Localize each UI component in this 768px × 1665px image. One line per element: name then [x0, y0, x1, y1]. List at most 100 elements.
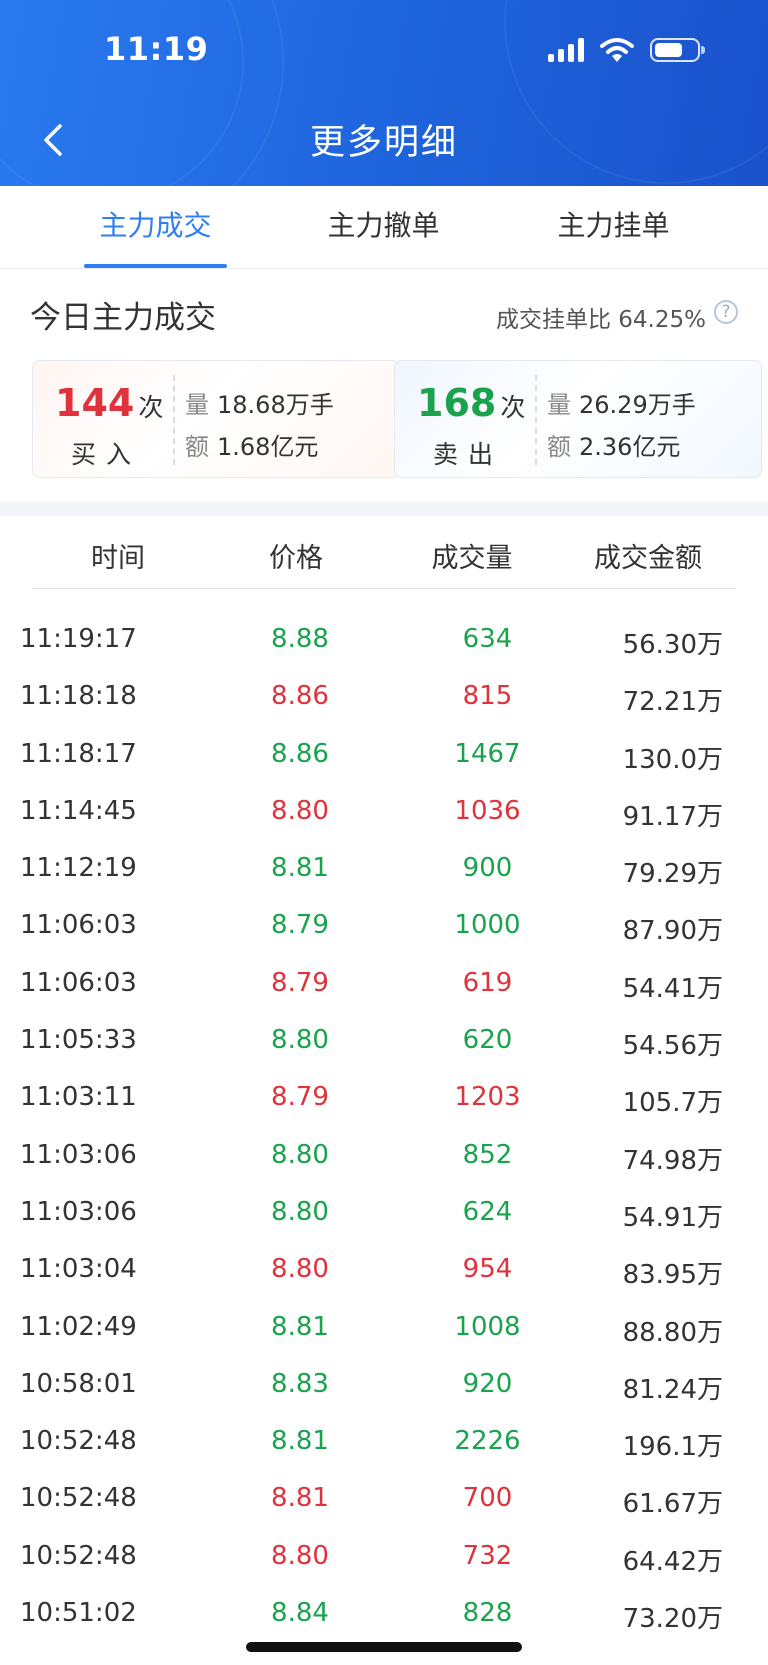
cell-volume: 954 [462, 1254, 513, 1285]
cell-amount: 54.91万 [622, 1202, 723, 1233]
cell-price: 8.81 [271, 1483, 329, 1514]
cell-volume: 1467 [454, 738, 521, 769]
cell-volume: 732 [462, 1540, 513, 1571]
nav-header: 11:19 更多明细 [0, 0, 768, 186]
table-row[interactable]: 10:52:48 8.81 2226 196.1万 [0, 1414, 768, 1471]
table-row[interactable]: 10:58:01 8.83 920 81.24万 [0, 1357, 768, 1414]
sell-summary-card: 168 次 卖出 量 26.29万手 额 2.36亿元 [394, 360, 762, 478]
cell-time: 10:52:48 [20, 1483, 137, 1514]
table-row[interactable]: 11:18:18 8.86 815 72.21万 [0, 669, 768, 726]
header-time: 时间 [91, 543, 145, 574]
buy-amount: 额 1.68亿元 [185, 433, 319, 461]
cell-price: 8.79 [271, 1082, 329, 1113]
cell-volume: 815 [462, 681, 513, 712]
table-row[interactable]: 11:18:17 8.86 1467 130.0万 [0, 727, 768, 784]
cell-volume: 2226 [454, 1426, 521, 1457]
cell-time: 11:03:04 [20, 1254, 137, 1285]
header-price: 价格 [269, 543, 323, 574]
header-volume: 成交量 [431, 543, 513, 574]
table-header-divider [32, 588, 736, 589]
table-row[interactable]: 11:06:03 8.79 619 54.41万 [0, 956, 768, 1013]
cell-amount: 72.21万 [622, 687, 723, 718]
tab-main-cancels[interactable]: 主力撤单 [312, 204, 455, 268]
cell-time: 11:03:11 [20, 1082, 137, 1113]
cell-volume: 1008 [454, 1311, 521, 1342]
table-row[interactable]: 10:51:02 8.84 828 73.20万 [0, 1586, 768, 1643]
cell-amount: 83.95万 [622, 1260, 723, 1291]
table-row[interactable]: 11:14:45 8.80 1036 91.17万 [0, 784, 768, 841]
sell-label: 卖出 [433, 440, 504, 469]
section-title: 今日主力成交 [30, 300, 216, 336]
cell-time: 11:14:45 [20, 795, 137, 826]
table-row[interactable]: 11:03:04 8.80 954 83.95万 [0, 1242, 768, 1299]
table-row[interactable]: 11:03:06 8.80 852 74.98万 [0, 1128, 768, 1185]
cell-time: 11:19:17 [20, 624, 137, 654]
wifi-icon [600, 37, 634, 63]
cell-amount: 61.67万 [622, 1489, 723, 1520]
cell-amount: 79.29万 [622, 859, 723, 890]
cell-volume: 1000 [454, 910, 521, 941]
cell-volume: 828 [462, 1598, 513, 1629]
cell-price: 8.81 [271, 1311, 329, 1342]
table-row[interactable]: 11:02:49 8.81 1008 88.80万 [0, 1300, 768, 1357]
cell-amount: 91.17万 [622, 801, 723, 832]
cell-time: 11:06:03 [20, 967, 137, 998]
cell-amount: 54.56万 [622, 1031, 723, 1062]
tab-main-orders[interactable]: 主力挂单 [542, 204, 685, 268]
cell-volume: 624 [462, 1196, 513, 1227]
cell-price: 8.79 [271, 910, 329, 941]
cell-time: 10:52:48 [20, 1540, 137, 1571]
table-row[interactable]: 11:03:06 8.80 624 54.91万 [0, 1185, 768, 1242]
tab-bar: 主力成交 主力撤单 主力挂单 [0, 186, 768, 269]
cell-price: 8.86 [271, 738, 329, 769]
cell-time: 11:06:03 [20, 910, 137, 941]
cell-amount: 54.41万 [622, 973, 723, 1004]
tab-main-deals[interactable]: 主力成交 [84, 204, 227, 268]
cell-volume: 619 [462, 967, 513, 998]
table-row[interactable]: 11:19:17 8.88 634 56.30万 [0, 612, 768, 669]
table-row[interactable]: 10:52:48 8.80 732 64.42万 [0, 1529, 768, 1586]
signal-icon [548, 38, 584, 62]
sell-volume: 量 26.29万手 [547, 391, 696, 419]
tab-label: 主力撤单 [327, 209, 440, 242]
cell-price: 8.83 [271, 1368, 329, 1399]
table-row[interactable]: 11:12:19 8.81 900 79.29万 [0, 841, 768, 898]
cell-time: 11:18:17 [20, 738, 137, 769]
cell-price: 8.88 [271, 624, 329, 654]
cell-amount: 64.42万 [622, 1546, 723, 1577]
cell-time: 11:18:18 [20, 681, 137, 712]
cell-amount: 56.30万 [622, 630, 723, 660]
cell-time: 11:05:33 [20, 1025, 137, 1056]
cell-time: 11:12:19 [20, 853, 137, 884]
section-divider [0, 502, 768, 516]
tab-label: 主力成交 [99, 209, 212, 242]
tab-active-indicator [84, 264, 227, 268]
cell-amount: 88.80万 [622, 1317, 723, 1348]
sell-count: 168 次 [417, 381, 526, 425]
table-row[interactable]: 11:05:33 8.80 620 54.56万 [0, 1013, 768, 1070]
tab-label: 主力挂单 [557, 209, 670, 242]
cell-volume: 620 [462, 1025, 513, 1056]
cell-amount: 105.7万 [622, 1088, 723, 1119]
buy-count: 144 次 [55, 381, 164, 425]
card-divider [173, 375, 175, 465]
table-row[interactable]: 11:06:03 8.79 1000 87.90万 [0, 898, 768, 955]
cell-volume: 920 [462, 1368, 513, 1399]
cell-price: 8.80 [271, 1254, 329, 1285]
cell-price: 8.80 [271, 1139, 329, 1170]
table-row[interactable]: 10:52:48 8.81 700 61.67万 [0, 1471, 768, 1528]
home-indicator [246, 1642, 522, 1652]
help-icon[interactable]: ? [714, 300, 738, 324]
cell-price: 8.80 [271, 1540, 329, 1571]
battery-icon [650, 38, 705, 62]
cell-time: 10:58:01 [20, 1368, 137, 1399]
cell-volume: 900 [462, 853, 513, 884]
cell-price: 8.86 [271, 681, 329, 712]
cell-price: 8.81 [271, 853, 329, 884]
cell-volume: 852 [462, 1139, 513, 1170]
cell-volume: 700 [462, 1483, 513, 1514]
table-row[interactable]: 11:03:11 8.79 1203 105.7万 [0, 1070, 768, 1127]
cell-time: 11:03:06 [20, 1196, 137, 1227]
deal-order-ratio: 成交挂单比 64.25% [495, 307, 706, 333]
cell-volume: 1036 [454, 795, 521, 826]
